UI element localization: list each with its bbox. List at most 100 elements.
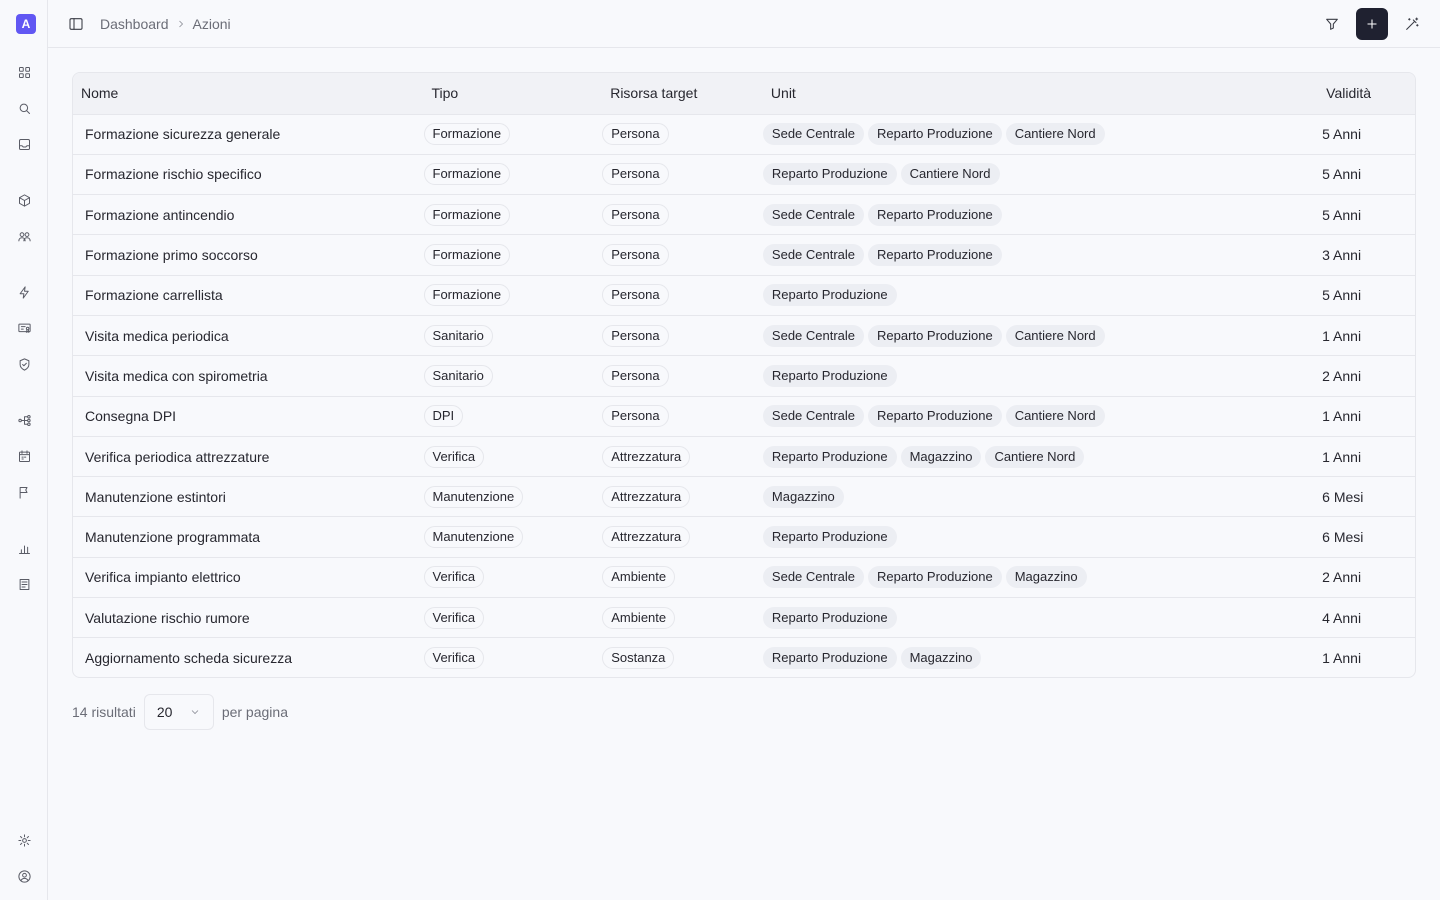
table-row[interactable]: Formazione antincendio Formazione Persona S… <box>73 195 1415 235</box>
chevron-right-icon <box>175 18 187 30</box>
risorsa-badge: Persona <box>602 405 669 428</box>
cell-nome: Manutenzione programmata <box>85 529 261 546</box>
cell-unit: Sede Centrale Reparto Produzione Cantiere … <box>762 396 1318 436</box>
calendar-icon[interactable] <box>16 448 32 464</box>
user-circle-icon[interactable] <box>16 868 32 884</box>
column-header-risorsa[interactable]: Risorsa target <box>602 73 763 115</box>
tipo-badge: Manutenzione <box>423 526 524 549</box>
column-header-unit[interactable]: Unit <box>762 73 1319 115</box>
per-page-label: per pagina <box>221 704 288 720</box>
cell-tipo: Formazione <box>423 114 603 154</box>
unit-badge: Cantiere Nord <box>1005 123 1105 146</box>
page-size-select[interactable]: 20 <box>143 694 214 730</box>
tipo-badge: Formazione <box>423 123 511 146</box>
cell-nome: Valutazione rischio rumore <box>85 609 250 626</box>
table-row[interactable]: Manutenzione programmata Manutenzione Attr… <box>73 517 1415 558</box>
unit-badge: Reparto Produzione <box>762 526 897 549</box>
bolt-icon[interactable] <box>16 284 32 300</box>
cell-nome: Visita medica periodica <box>85 327 229 344</box>
cell-risorsa: Persona <box>602 114 763 154</box>
hierarchy-icon[interactable] <box>16 412 32 428</box>
table-row[interactable]: Verifica periodica attrezzature Verifica A… <box>73 436 1415 477</box>
column-header-tipo[interactable]: Tipo <box>423 73 603 115</box>
cell-unit: Sede Centrale Reparto Produzione Cantiere … <box>762 114 1318 154</box>
unit-badge: Magazzino <box>762 485 844 508</box>
unit-badge: Cantiere Nord <box>985 445 1085 468</box>
cell-risorsa: Attrezzatura <box>602 517 763 557</box>
risorsa-badge: Sostanza <box>602 647 675 670</box>
unit-badge: Sede Centrale <box>762 123 865 146</box>
cell-validita: 6 Mesi <box>1322 529 1364 546</box>
cell-unit: Reparto Produzione Magazzino Cantiere Nord <box>762 436 1318 476</box>
table-row[interactable]: Aggiornamento scheda sicurezza Verifica So… <box>73 638 1415 677</box>
cell-nome: Visita medica con spirometria <box>85 367 268 384</box>
certificate-icon[interactable] <box>16 320 32 336</box>
cell-risorsa: Persona <box>602 275 763 315</box>
risorsa-badge: Persona <box>602 284 669 307</box>
table-row[interactable]: Consegna DPI DPI Persona Sede Centrale Repar… <box>73 396 1415 437</box>
add-button[interactable] <box>1356 8 1388 40</box>
cell-nome: Formazione sicurezza generale <box>85 126 281 143</box>
table-row[interactable]: Valutazione rischio rumore Verifica Ambien… <box>73 598 1415 638</box>
table-row[interactable]: Formazione primo soccorso Formazione Perso… <box>73 235 1415 276</box>
bar-chart-icon[interactable] <box>16 540 32 556</box>
cell-risorsa: Persona <box>602 315 763 355</box>
filter-icon[interactable] <box>1324 16 1340 32</box>
tipo-badge: Sanitario <box>423 324 493 347</box>
cell-unit: Reparto Produzione <box>762 598 1318 638</box>
column-header-nome[interactable]: Nome <box>73 73 424 115</box>
unit-badge: Reparto Produzione <box>762 284 897 307</box>
cell-validita: 5 Anni <box>1322 166 1362 183</box>
cell-unit: Sede Centrale Reparto Produzione Magazzino <box>762 557 1318 597</box>
risorsa-badge: Ambiente <box>602 566 676 589</box>
cell-validita: 1 Anni <box>1322 408 1362 425</box>
cell-nome: Formazione antincendio <box>85 206 235 223</box>
actions-table: Nome Tipo Risorsa target Unit Validità F… <box>72 72 1416 678</box>
grid-icon[interactable] <box>16 64 32 80</box>
unit-badge: Cantiere Nord <box>1005 324 1105 347</box>
breadcrumb-dashboard[interactable]: Dashboard <box>100 16 169 32</box>
cell-tipo: Formazione <box>423 235 603 275</box>
shield-icon[interactable] <box>16 356 32 372</box>
risorsa-badge: Attrezzatura <box>602 485 691 508</box>
cell-validita: 1 Anni <box>1322 448 1362 465</box>
cell-validita: 2 Anni <box>1322 367 1362 384</box>
inbox-icon[interactable] <box>16 136 32 152</box>
chevron-down-icon <box>191 710 199 715</box>
box-icon[interactable] <box>16 192 32 208</box>
settings-icon[interactable] <box>16 832 32 848</box>
table-row[interactable]: Formazione sicurezza generale Formazione P… <box>73 114 1415 155</box>
table-row[interactable]: Verifica impianto elettrico Verifica Ambie… <box>73 557 1415 598</box>
cell-tipo: Formazione <box>423 154 603 194</box>
plus-icon <box>1367 19 1377 29</box>
risorsa-badge: Persona <box>602 364 669 387</box>
sidebar-toggle-icon[interactable] <box>68 16 84 32</box>
cell-tipo: Verifica <box>423 557 603 597</box>
list-icon[interactable] <box>16 576 32 592</box>
search-icon[interactable] <box>16 100 32 116</box>
tipo-badge: Sanitario <box>423 364 493 387</box>
cell-nome: Aggiornamento scheda sicurezza <box>85 650 293 667</box>
users-icon[interactable] <box>16 228 32 244</box>
cell-nome: Formazione rischio specifico <box>85 166 262 183</box>
flag-icon[interactable] <box>16 484 32 500</box>
unit-badge: Reparto Produzione <box>868 244 1002 267</box>
column-header-validita[interactable]: Validità <box>1318 73 1415 115</box>
magic-wand-icon[interactable] <box>1404 16 1420 32</box>
cell-validita: 5 Anni <box>1322 206 1362 223</box>
risorsa-badge: Persona <box>602 324 669 347</box>
table-row[interactable]: Manutenzione estintori Manutenzione Attrez… <box>73 477 1415 517</box>
table-row[interactable]: Visita medica con spirometria Sanitario Pe… <box>73 356 1415 397</box>
cell-nome: Verifica impianto elettrico <box>85 569 241 586</box>
table-row[interactable]: Formazione carrellista Formazione Persona R… <box>73 275 1415 316</box>
app-logo[interactable]: A <box>16 14 36 34</box>
unit-badge: Sede Centrale <box>762 244 865 267</box>
unit-badge: Reparto Produzione <box>762 647 897 670</box>
cell-risorsa: Persona <box>602 235 763 275</box>
unit-badge: Cantiere Nord <box>900 163 1000 186</box>
cell-validita: 5 Anni <box>1322 287 1362 304</box>
table-row[interactable]: Formazione rischio specifico Formazione Pe… <box>73 154 1415 195</box>
cell-risorsa: Attrezzatura <box>602 436 763 476</box>
page-size-value: 20 <box>156 704 173 720</box>
table-row[interactable]: Visita medica periodica Sanitario Persona S… <box>73 315 1415 356</box>
